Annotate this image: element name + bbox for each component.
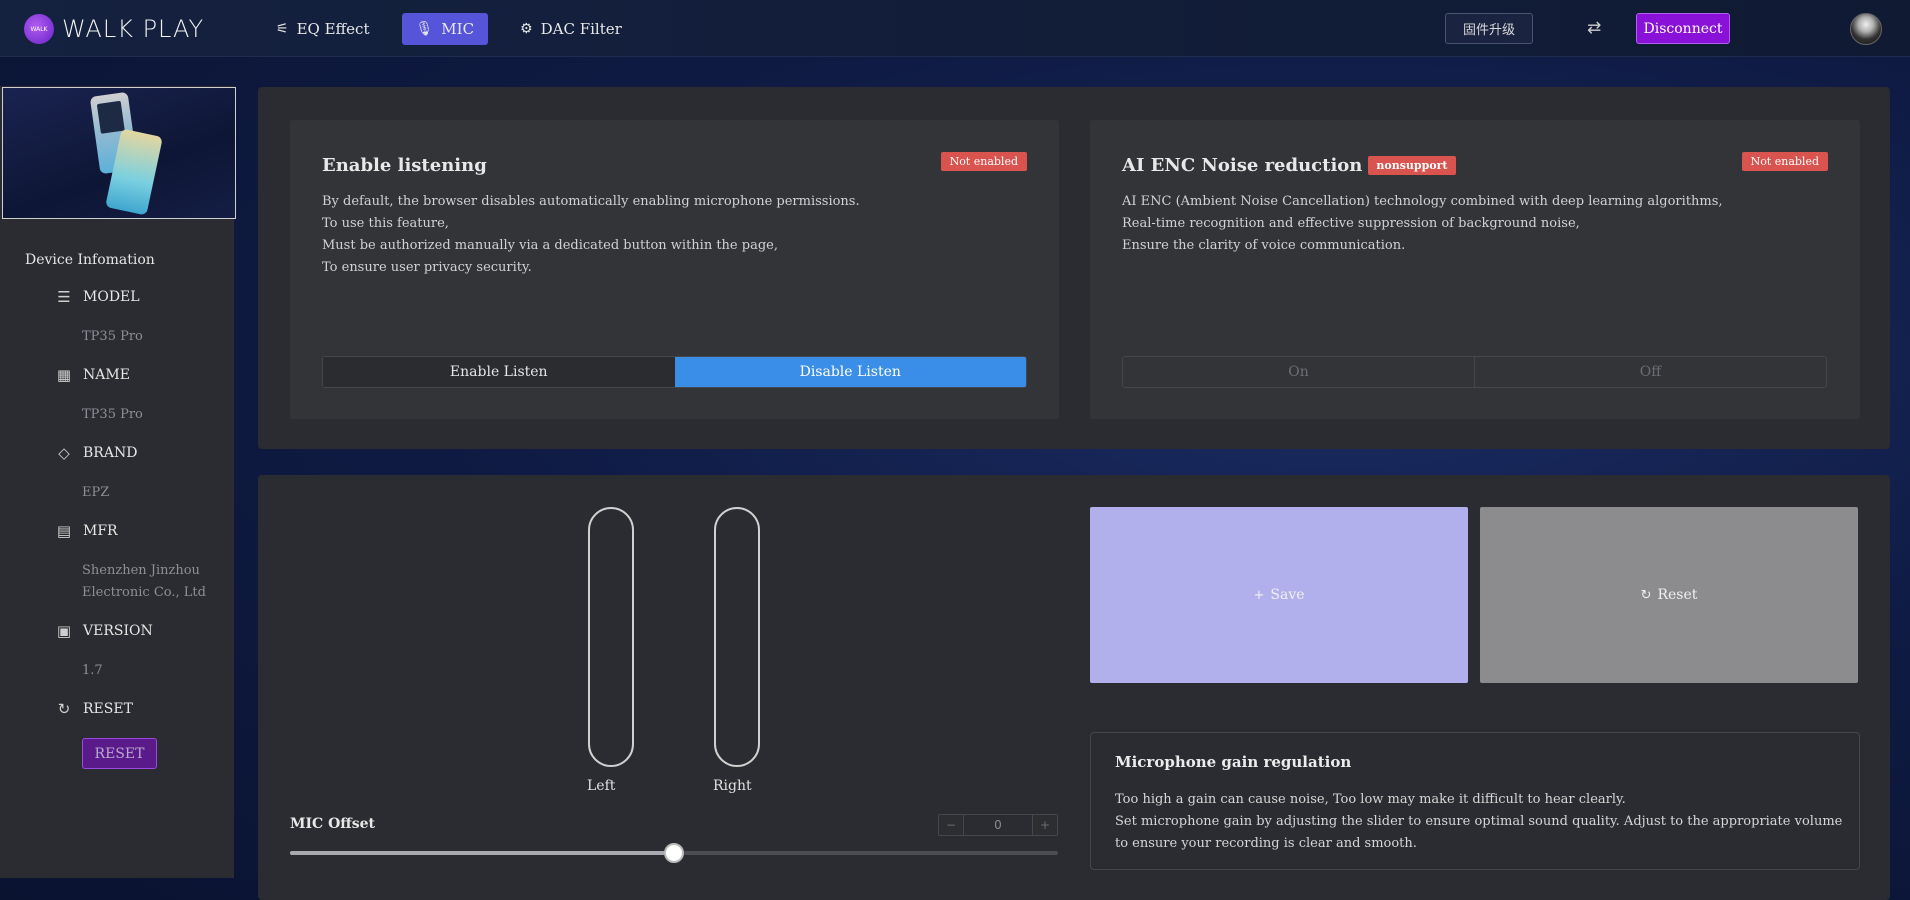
listen-toggle: Enable Listen Disable Listen [322, 356, 1027, 388]
tag-icon: ◇ [58, 444, 70, 462]
enable-listening-title-text: Enable listening [322, 155, 487, 176]
gain-regulation-card: Microphone gain regulation Too high a ga… [1090, 732, 1860, 870]
logo-icon: WALK [24, 14, 54, 44]
info-mfr-label: MFR [83, 523, 118, 539]
enc-desc-line: Real-time recognition and effective supp… [1122, 216, 1580, 231]
enc-status-badge: Not enabled [1741, 152, 1828, 171]
main-nav: ⚟ EQ Effect 🎙 MIC ⚙ DAC Filter [262, 13, 636, 45]
left-channel-slider[interactable] [588, 507, 634, 767]
listening-desc-line: Must be authorized manually via a dedica… [322, 238, 778, 253]
listening-desc-line: By default, the browser disables automat… [322, 194, 860, 209]
nonsupport-badge: nonsupport [1368, 156, 1456, 175]
ai-enc-title-text: AI ENC Noise reduction [1122, 155, 1363, 176]
enc-on-button[interactable]: On [1123, 357, 1475, 387]
disable-listen-button[interactable]: Disable Listen [674, 357, 1026, 387]
enc-desc-line: Ensure the clarity of voice communicatio… [1122, 238, 1406, 253]
chip-icon: ▣ [56, 622, 72, 640]
decrement-button[interactable]: − [939, 815, 963, 835]
info-name-label: NAME [83, 367, 130, 383]
logo-mark-text: WALK [30, 25, 48, 33]
gain-desc-line: Set microphone gain by adjusting the sli… [1115, 814, 1843, 851]
info-brand-value: EPZ [82, 485, 110, 500]
enc-desc-line: AI ENC (Ambient Noise Cancellation) tech… [1122, 194, 1723, 209]
gear-icon: ⚙ [520, 21, 533, 37]
refresh-icon: ↻ [1640, 587, 1652, 603]
mic-offset-value[interactable]: 0 [963, 815, 1033, 835]
increment-button[interactable]: + [1033, 815, 1057, 835]
ai-enc-card: AI ENC Noise reduction nonsupport Not en… [1090, 120, 1860, 419]
info-reset: ↻ RESET [55, 700, 133, 718]
device-sidebar: Device Infomation ☰ MODEL TP35 Pro ▦ NAM… [0, 86, 236, 878]
save-button[interactable]: + Save [1090, 507, 1468, 683]
translate-icon[interactable]: ⇄ [1587, 18, 1601, 38]
enable-listening-card: Enable listening Not enabled By default,… [290, 120, 1059, 419]
reset-label: Reset [1657, 587, 1698, 603]
enc-description: AI ENC (Ambient Noise Cancellation) tech… [1122, 191, 1723, 257]
info-name: ▦ NAME [55, 366, 130, 384]
nav-eq-effect-label: EQ Effect [296, 20, 370, 38]
document-icon: ▤ [56, 522, 72, 540]
info-mfr: ▤ MFR [55, 522, 118, 540]
nav-dac-filter[interactable]: ⚙ DAC Filter [506, 13, 636, 45]
avatar[interactable] [1850, 13, 1882, 45]
nav-mic-label: MIC [441, 20, 475, 38]
info-model: ☰ MODEL [55, 288, 140, 306]
listening-desc-line: To ensure user privacy security. [322, 260, 532, 275]
nav-mic[interactable]: 🎙 MIC [401, 13, 489, 45]
enable-listen-button[interactable]: Enable Listen [323, 357, 675, 387]
mic-offset-label: MIC Offset [290, 816, 376, 832]
nav-dac-filter-label: DAC Filter [540, 20, 622, 38]
save-label: Save [1270, 587, 1305, 603]
enc-off-button[interactable]: Off [1475, 357, 1826, 387]
firmware-upgrade-button[interactable]: 固件升级 [1445, 13, 1533, 44]
info-model-value: TP35 Pro [82, 329, 143, 344]
disconnect-button[interactable]: Disconnect [1636, 13, 1730, 44]
gain-title: Microphone gain regulation [1115, 753, 1352, 771]
server-icon: ☰ [57, 288, 71, 306]
enable-listening-title: Enable listening [322, 155, 487, 176]
device-info-title: Device Infomation [25, 252, 155, 268]
enc-toggle: On Off [1122, 356, 1827, 388]
info-name-value: TP35 Pro [82, 407, 143, 422]
microphone-icon: 🎙 [415, 21, 434, 37]
logo-text: WALK PLAY [62, 15, 205, 43]
info-version-label: VERSION [83, 623, 153, 639]
listening-status-badge: Not enabled [940, 152, 1027, 171]
nav-eq-effect[interactable]: ⚟ EQ Effect [262, 13, 384, 45]
device-image [2, 87, 236, 219]
right-channel-label: Right [713, 778, 752, 794]
info-brand-label: BRAND [83, 445, 138, 461]
info-model-label: MODEL [83, 289, 140, 305]
info-version-value: 1.7 [82, 663, 103, 678]
mic-offset-slider[interactable] [290, 843, 1058, 863]
top-bar: WALK WALK PLAY ⚟ EQ Effect 🎙 MIC ⚙ DAC F… [0, 0, 1910, 57]
gain-description: Too high a gain can cause noise, Too low… [1115, 789, 1845, 855]
listening-description: By default, the browser disables automat… [322, 191, 860, 279]
info-reset-label: RESET [83, 701, 133, 717]
mic-offset-slider-thumb[interactable] [664, 843, 684, 863]
gain-desc-line: Too high a gain can cause noise, Too low… [1115, 792, 1626, 807]
mic-offset-stepper: − 0 + [938, 814, 1058, 836]
listening-desc-line: To use this feature, [322, 216, 449, 231]
refresh-icon: ↻ [57, 700, 71, 718]
right-channel-slider[interactable] [714, 507, 760, 767]
listening-panel: Enable listening Not enabled By default,… [258, 87, 1890, 449]
sliders-icon: ⚟ [276, 21, 289, 37]
device-reset-button[interactable]: RESET [82, 738, 157, 769]
left-channel-label: Left [587, 778, 616, 794]
info-brand: ◇ BRAND [55, 444, 137, 462]
building-icon: ▦ [56, 366, 72, 384]
plus-icon: + [1253, 587, 1265, 603]
reset-button[interactable]: ↻ Reset [1480, 507, 1858, 683]
mic-offset-slider-fill [290, 851, 674, 855]
logo[interactable]: WALK WALK PLAY [24, 14, 204, 44]
info-mfr-value: Shenzhen Jinzhou Electronic Co., Ltd [82, 563, 206, 600]
ai-enc-title: AI ENC Noise reduction nonsupport [1122, 155, 1456, 176]
info-version: ▣ VERSION [55, 622, 153, 640]
